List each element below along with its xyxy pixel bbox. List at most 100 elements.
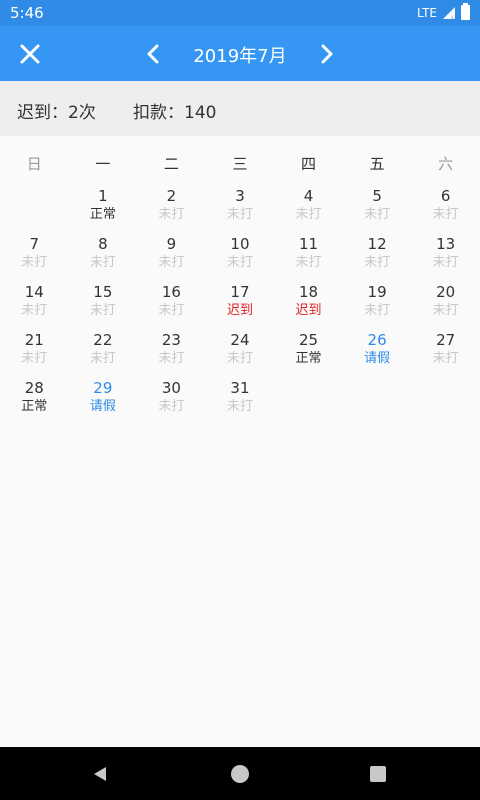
day-cell[interactable]: 10 未打 (206, 234, 275, 282)
day-cell[interactable]: 15 未打 (69, 282, 138, 330)
day-cell[interactable]: 27 未打 (411, 330, 480, 378)
empty-cell (0, 186, 69, 234)
close-button[interactable] (14, 38, 46, 70)
next-month-button[interactable] (311, 38, 343, 70)
weekday-label: 日 (26, 155, 42, 173)
attendance-status: 未打 (295, 207, 322, 222)
late-count: 迟到：2次 (17, 103, 96, 123)
day-cell[interactable]: 2 未打 (137, 186, 206, 234)
attendance-status: 正常 (295, 351, 322, 366)
attendance-status: 未打 (432, 351, 459, 366)
attendance-status: 未打 (21, 255, 48, 270)
day-cell[interactable]: 28 正常 (0, 378, 69, 426)
weekday-label: 六 (438, 155, 454, 173)
recent-apps-button[interactable] (365, 761, 391, 787)
day-cell[interactable]: 18 迟到 (274, 282, 343, 330)
day-cell[interactable]: 31 未打 (206, 378, 275, 426)
day-number: 11 (298, 235, 319, 253)
day-number: 19 (367, 283, 387, 301)
day-cell[interactable]: 7 未打 (0, 234, 69, 282)
day-cell[interactable]: 4 未打 (274, 186, 343, 234)
home-button[interactable] (227, 761, 253, 787)
close-icon (20, 44, 40, 64)
app-bar: 2019年7月 (0, 26, 480, 81)
day-cell[interactable]: 24 未打 (206, 330, 275, 378)
day-cell[interactable]: 17 迟到 (206, 282, 275, 330)
day-number: 14 (24, 283, 44, 301)
attendance-status: 未打 (226, 255, 253, 270)
day-cell[interactable]: 25 正常 (274, 330, 343, 378)
attendance-status: 未打 (21, 351, 48, 366)
day-number: 28 (24, 379, 44, 397)
attendance-status: 未打 (158, 399, 185, 414)
attendance-status: 未打 (364, 255, 391, 270)
day-cell[interactable]: 29 请假 (69, 378, 138, 426)
day-cell[interactable]: 26 请假 (343, 330, 412, 378)
day-number: 27 (436, 331, 456, 349)
attendance-status: 未打 (89, 303, 116, 318)
day-number: 8 (98, 235, 108, 253)
weekday-header: 日一二三四五六 (0, 150, 480, 180)
day-number: 20 (436, 283, 456, 301)
attendance-status: 未打 (158, 303, 185, 318)
day-number: 18 (298, 283, 319, 301)
day-number: 23 (161, 331, 181, 349)
day-cell[interactable]: 1 正常 (69, 186, 138, 234)
day-number: 10 (230, 235, 250, 253)
attendance-status: 迟到 (226, 303, 253, 318)
day-cell[interactable]: 30 未打 (137, 378, 206, 426)
day-cell[interactable]: 5 未打 (343, 186, 412, 234)
home-circle-icon (231, 765, 249, 783)
day-cell[interactable]: 21 未打 (0, 330, 69, 378)
back-button[interactable] (87, 761, 113, 787)
day-number: 17 (230, 283, 250, 301)
day-cell[interactable]: 13 未打 (411, 234, 480, 282)
day-cell[interactable]: 14 未打 (0, 282, 69, 330)
attendance-status: 未打 (226, 399, 253, 414)
day-number: 22 (93, 331, 113, 349)
day-cell[interactable]: 3 未打 (206, 186, 275, 234)
prev-month-button[interactable] (137, 38, 169, 70)
day-cell[interactable]: 12 未打 (343, 234, 412, 282)
day-number: 31 (230, 379, 250, 397)
day-cell[interactable]: 16 未打 (137, 282, 206, 330)
day-number: 2 (166, 187, 177, 205)
attendance-summary: 迟到：2次 扣款：140 (0, 81, 480, 136)
attendance-status: 未打 (158, 351, 185, 366)
calendar: 日一二三四五六 1 正常 2 未打 3 未打 4 未打 5 未打 6 未打 7 未打 8 未打 9 未打 10 未打 1… (0, 150, 480, 426)
day-cell[interactable]: 23 未打 (137, 330, 206, 378)
month-title: 2019年7月 (193, 46, 287, 67)
attendance-status: 请假 (89, 399, 116, 414)
attendance-status: 未打 (364, 207, 391, 222)
weekday-label: 四 (301, 155, 317, 173)
day-cell[interactable]: 8 未打 (69, 234, 138, 282)
attendance-status: 未打 (364, 303, 391, 318)
back-triangle-icon (94, 767, 106, 781)
day-cell[interactable]: 20 未打 (411, 282, 480, 330)
attendance-status: 未打 (432, 207, 459, 222)
day-number: 12 (367, 235, 387, 253)
day-cell[interactable]: 11 未打 (274, 234, 343, 282)
day-number: 3 (235, 187, 245, 205)
day-number: 1 (98, 187, 108, 205)
day-number: 26 (367, 331, 387, 349)
day-cell[interactable]: 9 未打 (137, 234, 206, 282)
weekday-label: 五 (369, 155, 385, 173)
day-number: 13 (436, 235, 456, 253)
chevron-left-icon (147, 44, 159, 64)
attendance-status: 正常 (21, 399, 48, 414)
attendance-status: 未打 (21, 303, 48, 318)
attendance-status: 未打 (89, 255, 116, 270)
day-number: 25 (298, 331, 319, 349)
day-cell[interactable]: 6 未打 (411, 186, 480, 234)
day-cell[interactable]: 22 未打 (69, 330, 138, 378)
day-number: 4 (303, 187, 314, 205)
battery-icon (461, 3, 470, 20)
status-bar: 5:46 LTE (0, 0, 480, 26)
calendar-grid: 1 正常 2 未打 3 未打 4 未打 5 未打 6 未打 7 未打 8 未打 9 未打 10 未打 11 未打 12 未打 1… (0, 186, 480, 426)
weekday-label: 三 (232, 155, 248, 173)
day-number: 24 (230, 331, 250, 349)
day-cell[interactable]: 19 未打 (343, 282, 412, 330)
day-number: 30 (161, 379, 181, 397)
attendance-status: 未打 (226, 207, 253, 222)
